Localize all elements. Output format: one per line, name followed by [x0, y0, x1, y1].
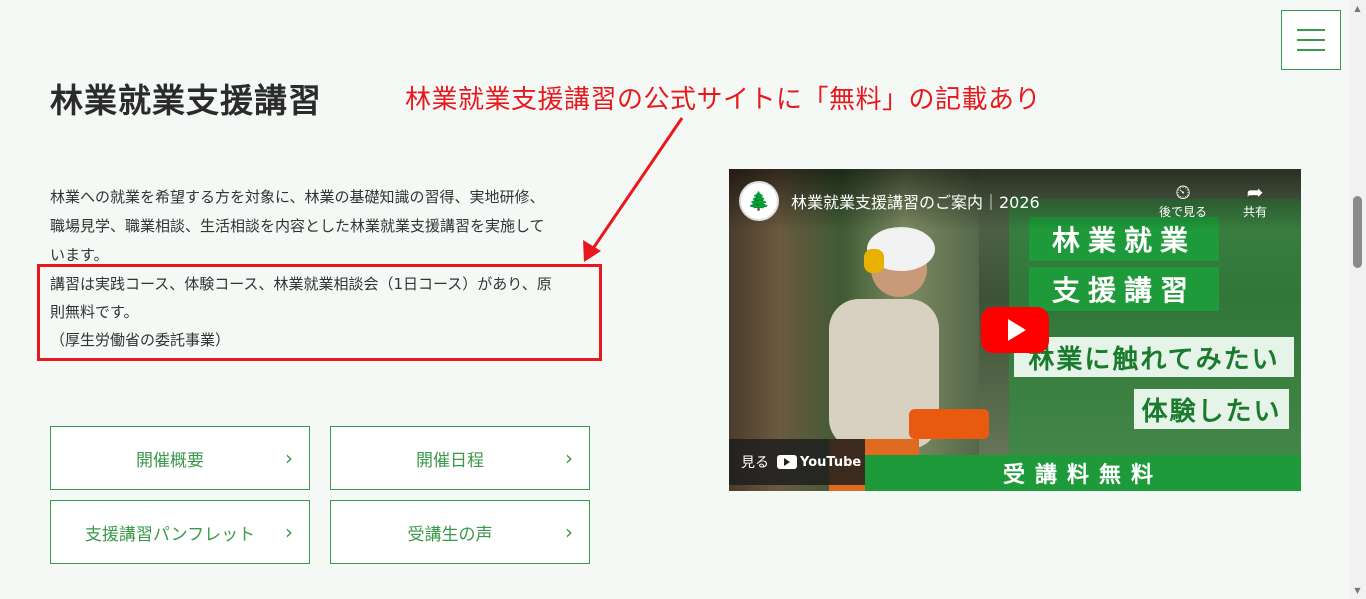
watch-label: 見る: [741, 455, 769, 471]
highlight-line: （厚生労働省の委託事業）: [50, 331, 231, 349]
chevron-right-icon: ›: [565, 446, 573, 470]
vertical-scrollbar[interactable]: ▲ ▼: [1349, 0, 1366, 599]
play-button[interactable]: [981, 307, 1049, 353]
highlight-text: 講習は実践コース、体験コース、林業就業相談会（1日コース）があり、原 則無料です…: [50, 270, 595, 354]
overview-button[interactable]: 開催概要 ›: [50, 426, 310, 490]
button-label: 開催日程: [416, 450, 484, 471]
youtube-video-embed[interactable]: 林業就業 支援講習 林業に触れてみたい 体験したい 受講料無料 🌲 林業就業支援…: [729, 169, 1301, 491]
youtube-label: YouTube: [800, 454, 862, 470]
video-overlay-caption-1: 林業に触れてみたい: [1014, 337, 1294, 377]
button-label: 開催概要: [136, 450, 204, 471]
intro-line: 職場見学、職業相談、生活相談を内容とした林業就業支援講習を実施して: [50, 217, 545, 235]
watch-later-label: 後で見る: [1158, 205, 1207, 219]
youtube-icon: YouTube: [777, 455, 861, 470]
chevron-right-icon: ›: [565, 520, 573, 544]
intro-line: 林業への就業を希望する方を対象に、林業の基礎知識の習得、実地研修、: [50, 188, 545, 206]
share-icon: ➦: [1246, 180, 1264, 204]
play-icon: [1008, 319, 1026, 341]
hamburger-icon: [1297, 29, 1325, 31]
button-label: 受講生の声: [407, 524, 493, 545]
share-button[interactable]: ➦ 共有: [1225, 181, 1285, 220]
chevron-right-icon: ›: [285, 520, 293, 544]
watch-on-youtube-button[interactable]: 見る YouTube: [729, 439, 865, 485]
video-overlay-caption-2: 体験したい: [1134, 389, 1289, 429]
highlight-line: 則無料です。: [50, 303, 139, 321]
page: ▲ ▼ 林業就業支援講習 林業就業支援講習の公式サイトに「無料」の記載あり 林業…: [0, 0, 1366, 599]
watch-later-button[interactable]: ⏲ 後で見る: [1153, 181, 1213, 220]
schedule-button[interactable]: 開催日程 ›: [330, 426, 590, 490]
scroll-down-arrow-icon[interactable]: ▼: [1349, 582, 1366, 599]
annotation-text: 林業就業支援講習の公式サイトに「無料」の記載あり: [405, 85, 1042, 115]
video-overlay-title-2: 支援講習: [1029, 267, 1219, 311]
clock-icon: ⏲: [1175, 180, 1191, 204]
video-title[interactable]: 林業就業支援講習のご案内｜2026: [791, 189, 1040, 213]
button-label: 支援講習パンフレット: [84, 524, 256, 545]
page-title: 林業就業支援講習: [50, 81, 322, 120]
pamphlet-button[interactable]: 支援講習パンフレット ›: [50, 500, 310, 564]
scroll-up-arrow-icon[interactable]: ▲: [1349, 0, 1366, 17]
highlight-line: 講習は実践コース、体験コース、林業就業相談会（1日コース）があり、原: [50, 275, 552, 293]
channel-logo-icon[interactable]: 🌲: [739, 181, 779, 221]
video-overlay-free-band: 受講料無料: [865, 455, 1301, 491]
share-label: 共有: [1242, 205, 1267, 219]
hamburger-menu-button[interactable]: [1281, 10, 1341, 70]
intro-text: 林業への就業を希望する方を対象に、林業の基礎知識の習得、実地研修、 職場見学、職…: [50, 183, 595, 270]
scrollbar-thumb[interactable]: [1353, 196, 1362, 268]
student-voices-button[interactable]: 受講生の声 ›: [330, 500, 590, 564]
chevron-right-icon: ›: [285, 446, 293, 470]
